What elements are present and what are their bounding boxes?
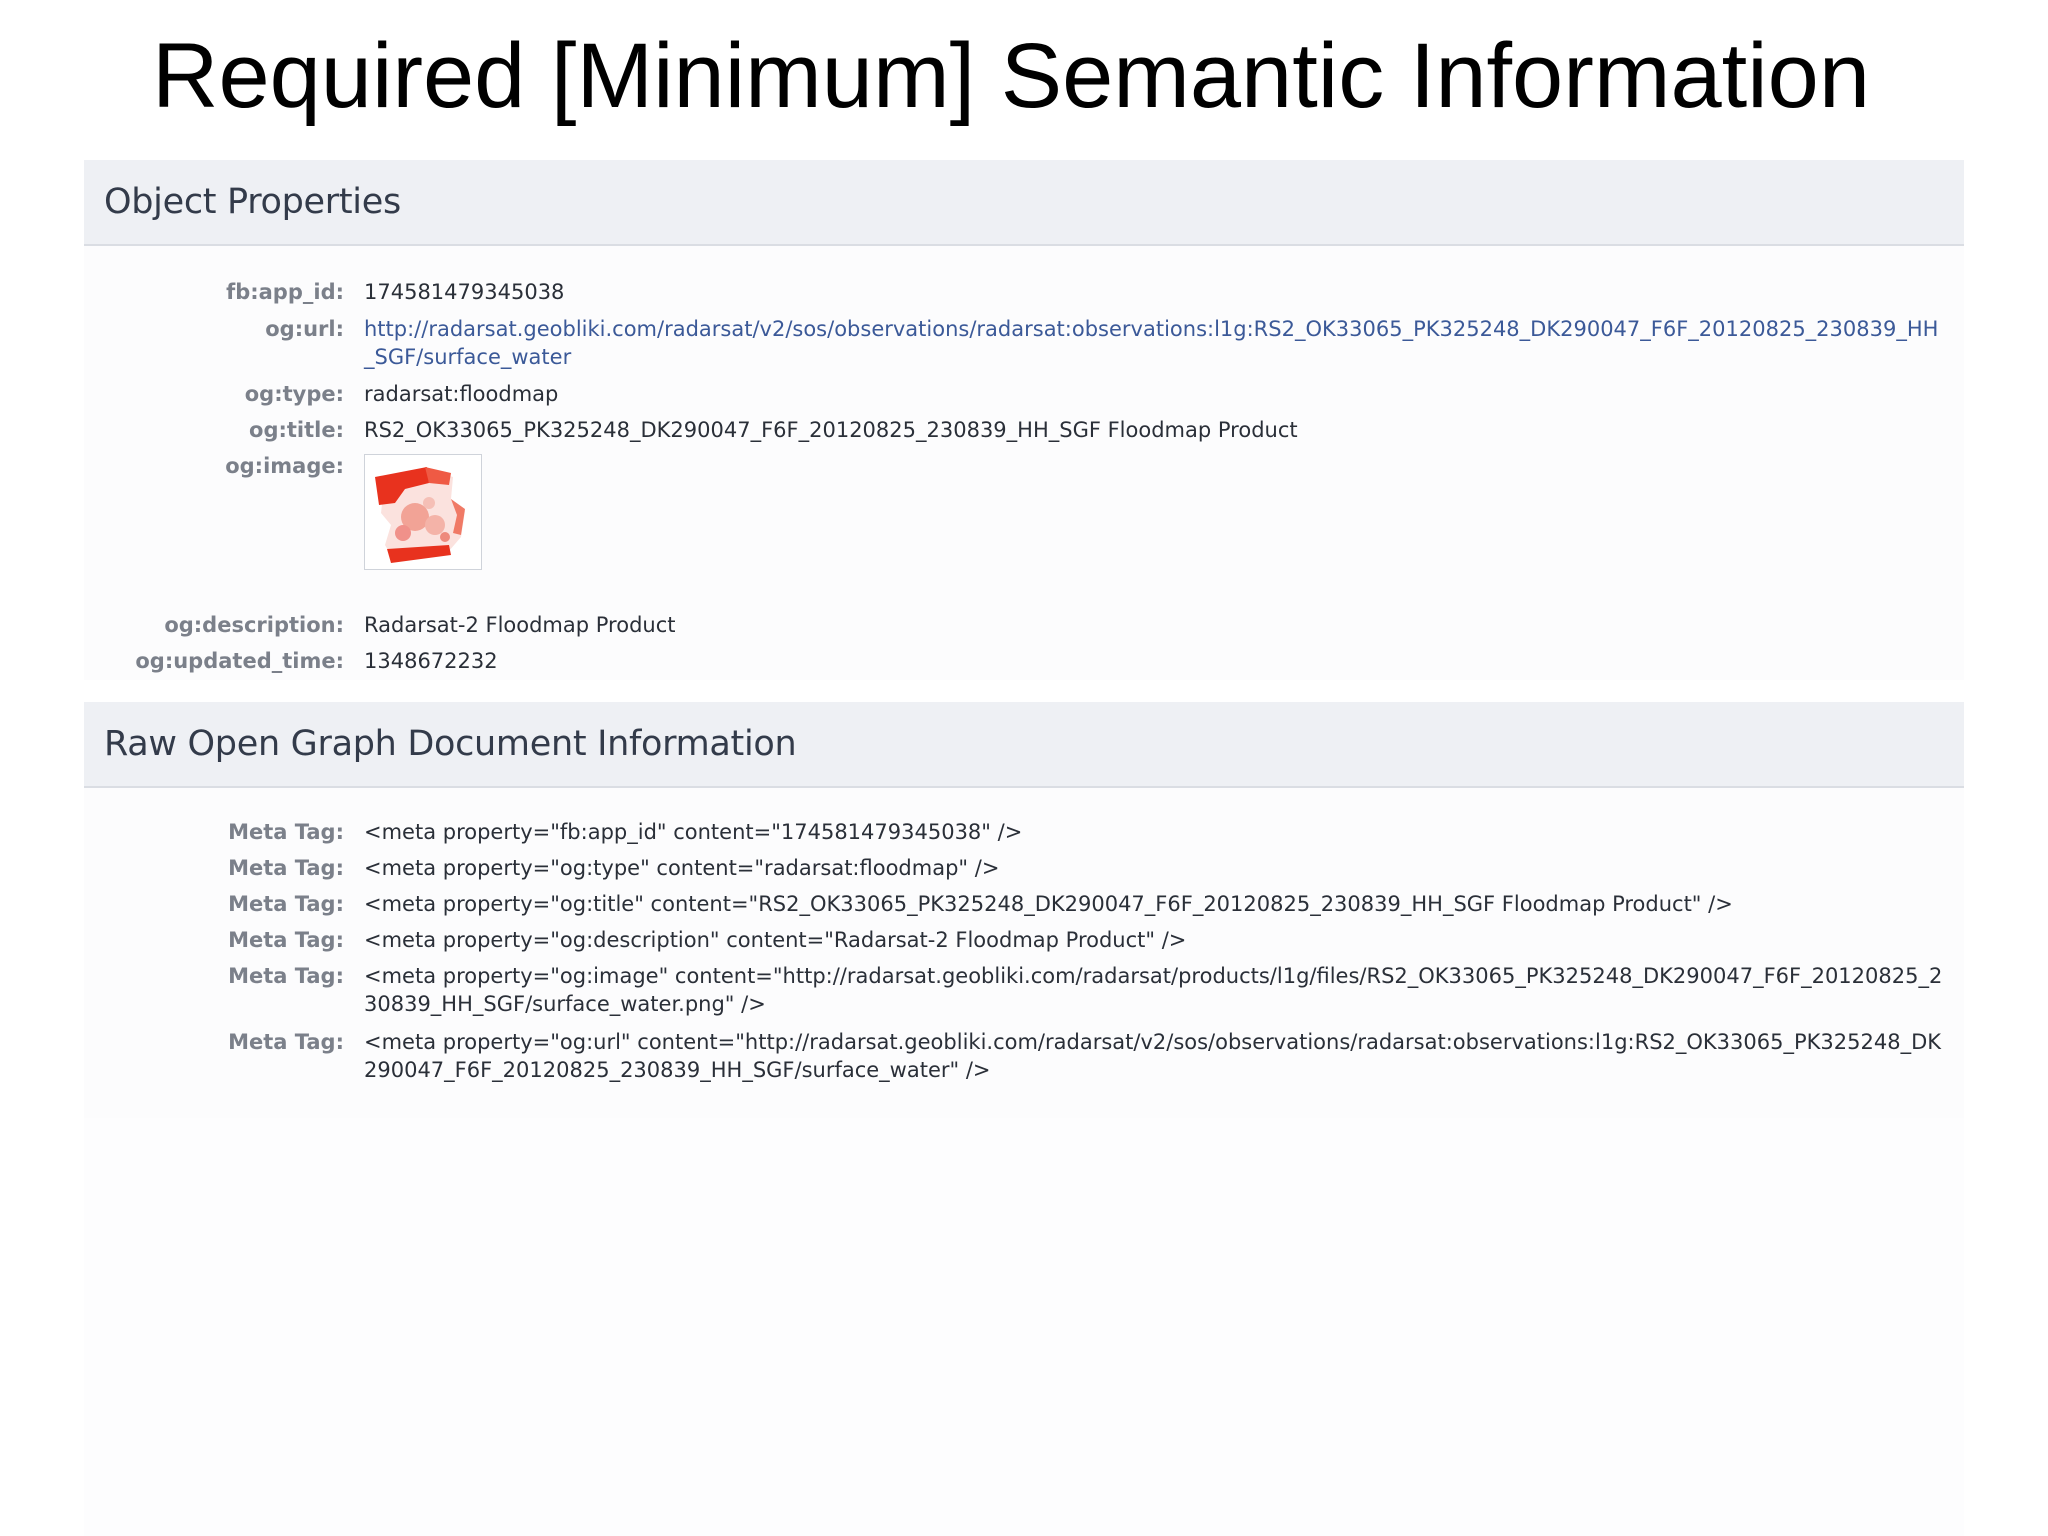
- meta-tag-label: Meta Tag:: [228, 964, 344, 988]
- meta-tag-row: Meta Tag: <meta property="fb:app_id" con…: [84, 818, 1964, 846]
- property-label: og:type:: [244, 382, 344, 406]
- property-value: RS2_OK33065_PK325248_DK290047_F6F_201208…: [364, 418, 1298, 442]
- property-label: og:description:: [164, 613, 344, 637]
- object-properties-header: Object Properties: [84, 160, 1964, 246]
- og-url-link[interactable]: http://radarsat.geobliki.com/radarsat/v2…: [364, 315, 1944, 371]
- property-label: og:image:: [225, 454, 344, 478]
- meta-tag-row: Meta Tag: <meta property="og:description…: [84, 926, 1964, 954]
- property-row-description: og:description: Radarsat-2 Floodmap Prod…: [84, 611, 1964, 639]
- property-label: og:title:: [249, 418, 344, 442]
- raw-document-header: Raw Open Graph Document Information: [84, 702, 1964, 788]
- object-properties-title: Object Properties: [104, 182, 401, 222]
- meta-tag-row: Meta Tag: <meta property="og:title" cont…: [84, 890, 1964, 918]
- property-value: [364, 452, 1944, 570]
- slide-title: Required [Minimum] Semantic Information: [152, 25, 1870, 127]
- meta-tag-row: Meta Tag: <meta property="og:type" conte…: [84, 854, 1964, 882]
- meta-tag-label: Meta Tag:: [228, 1030, 344, 1054]
- property-row-image: og:image:: [84, 452, 1964, 570]
- raw-document-title: Raw Open Graph Document Information: [104, 724, 797, 764]
- property-row-app-id: fb:app_id: 174581479345038: [84, 278, 1964, 306]
- slide: Required [Minimum] Semantic Information …: [0, 0, 2048, 1536]
- meta-tag-value: <meta property="og:image" content="http:…: [364, 964, 1943, 1016]
- property-row-title: og:title: RS2_OK33065_PK325248_DK290047_…: [84, 416, 1964, 444]
- meta-tag-value: <meta property="og:title" content="RS2_O…: [364, 892, 1733, 916]
- property-value: 174581479345038: [364, 280, 565, 304]
- property-value: 1348672232: [364, 649, 498, 673]
- property-row-url: og:url: http://radarsat.geobliki.com/rad…: [84, 315, 1964, 371]
- meta-tag-value: <meta property="og:type" content="radars…: [364, 856, 1000, 880]
- meta-tag-label: Meta Tag:: [228, 892, 344, 916]
- meta-tag-value: <meta property="og:url" content="http://…: [364, 1030, 1942, 1082]
- meta-tag-row: Meta Tag: <meta property="og:url" conten…: [84, 1028, 1964, 1084]
- raw-document-panel: Raw Open Graph Document Information Meta…: [84, 702, 1964, 1120]
- property-row-updated-time: og:updated_time: 1348672232: [84, 647, 1964, 675]
- property-value: radarsat:floodmap: [364, 382, 559, 406]
- property-row-type: og:type: radarsat:floodmap: [84, 380, 1964, 408]
- property-label: og:url:: [265, 317, 344, 341]
- meta-tag-label: Meta Tag:: [228, 820, 344, 844]
- floodmap-thumbnail-image[interactable]: [364, 454, 482, 570]
- meta-tag-row: Meta Tag: <meta property="og:image" cont…: [84, 962, 1964, 1018]
- object-properties-panel: Object Properties fb:app_id: 17458147934…: [84, 160, 1964, 680]
- page-background-area: [84, 1118, 1964, 1536]
- property-label: fb:app_id:: [226, 280, 344, 304]
- meta-tag-value: <meta property="fb:app_id" content="1745…: [364, 820, 1023, 844]
- property-value: Radarsat-2 Floodmap Product: [364, 613, 676, 637]
- meta-tag-label: Meta Tag:: [228, 856, 344, 880]
- meta-tag-label: Meta Tag:: [228, 928, 344, 952]
- property-label: og:updated_time:: [135, 649, 344, 673]
- meta-tag-value: <meta property="og:description" content=…: [364, 928, 1187, 952]
